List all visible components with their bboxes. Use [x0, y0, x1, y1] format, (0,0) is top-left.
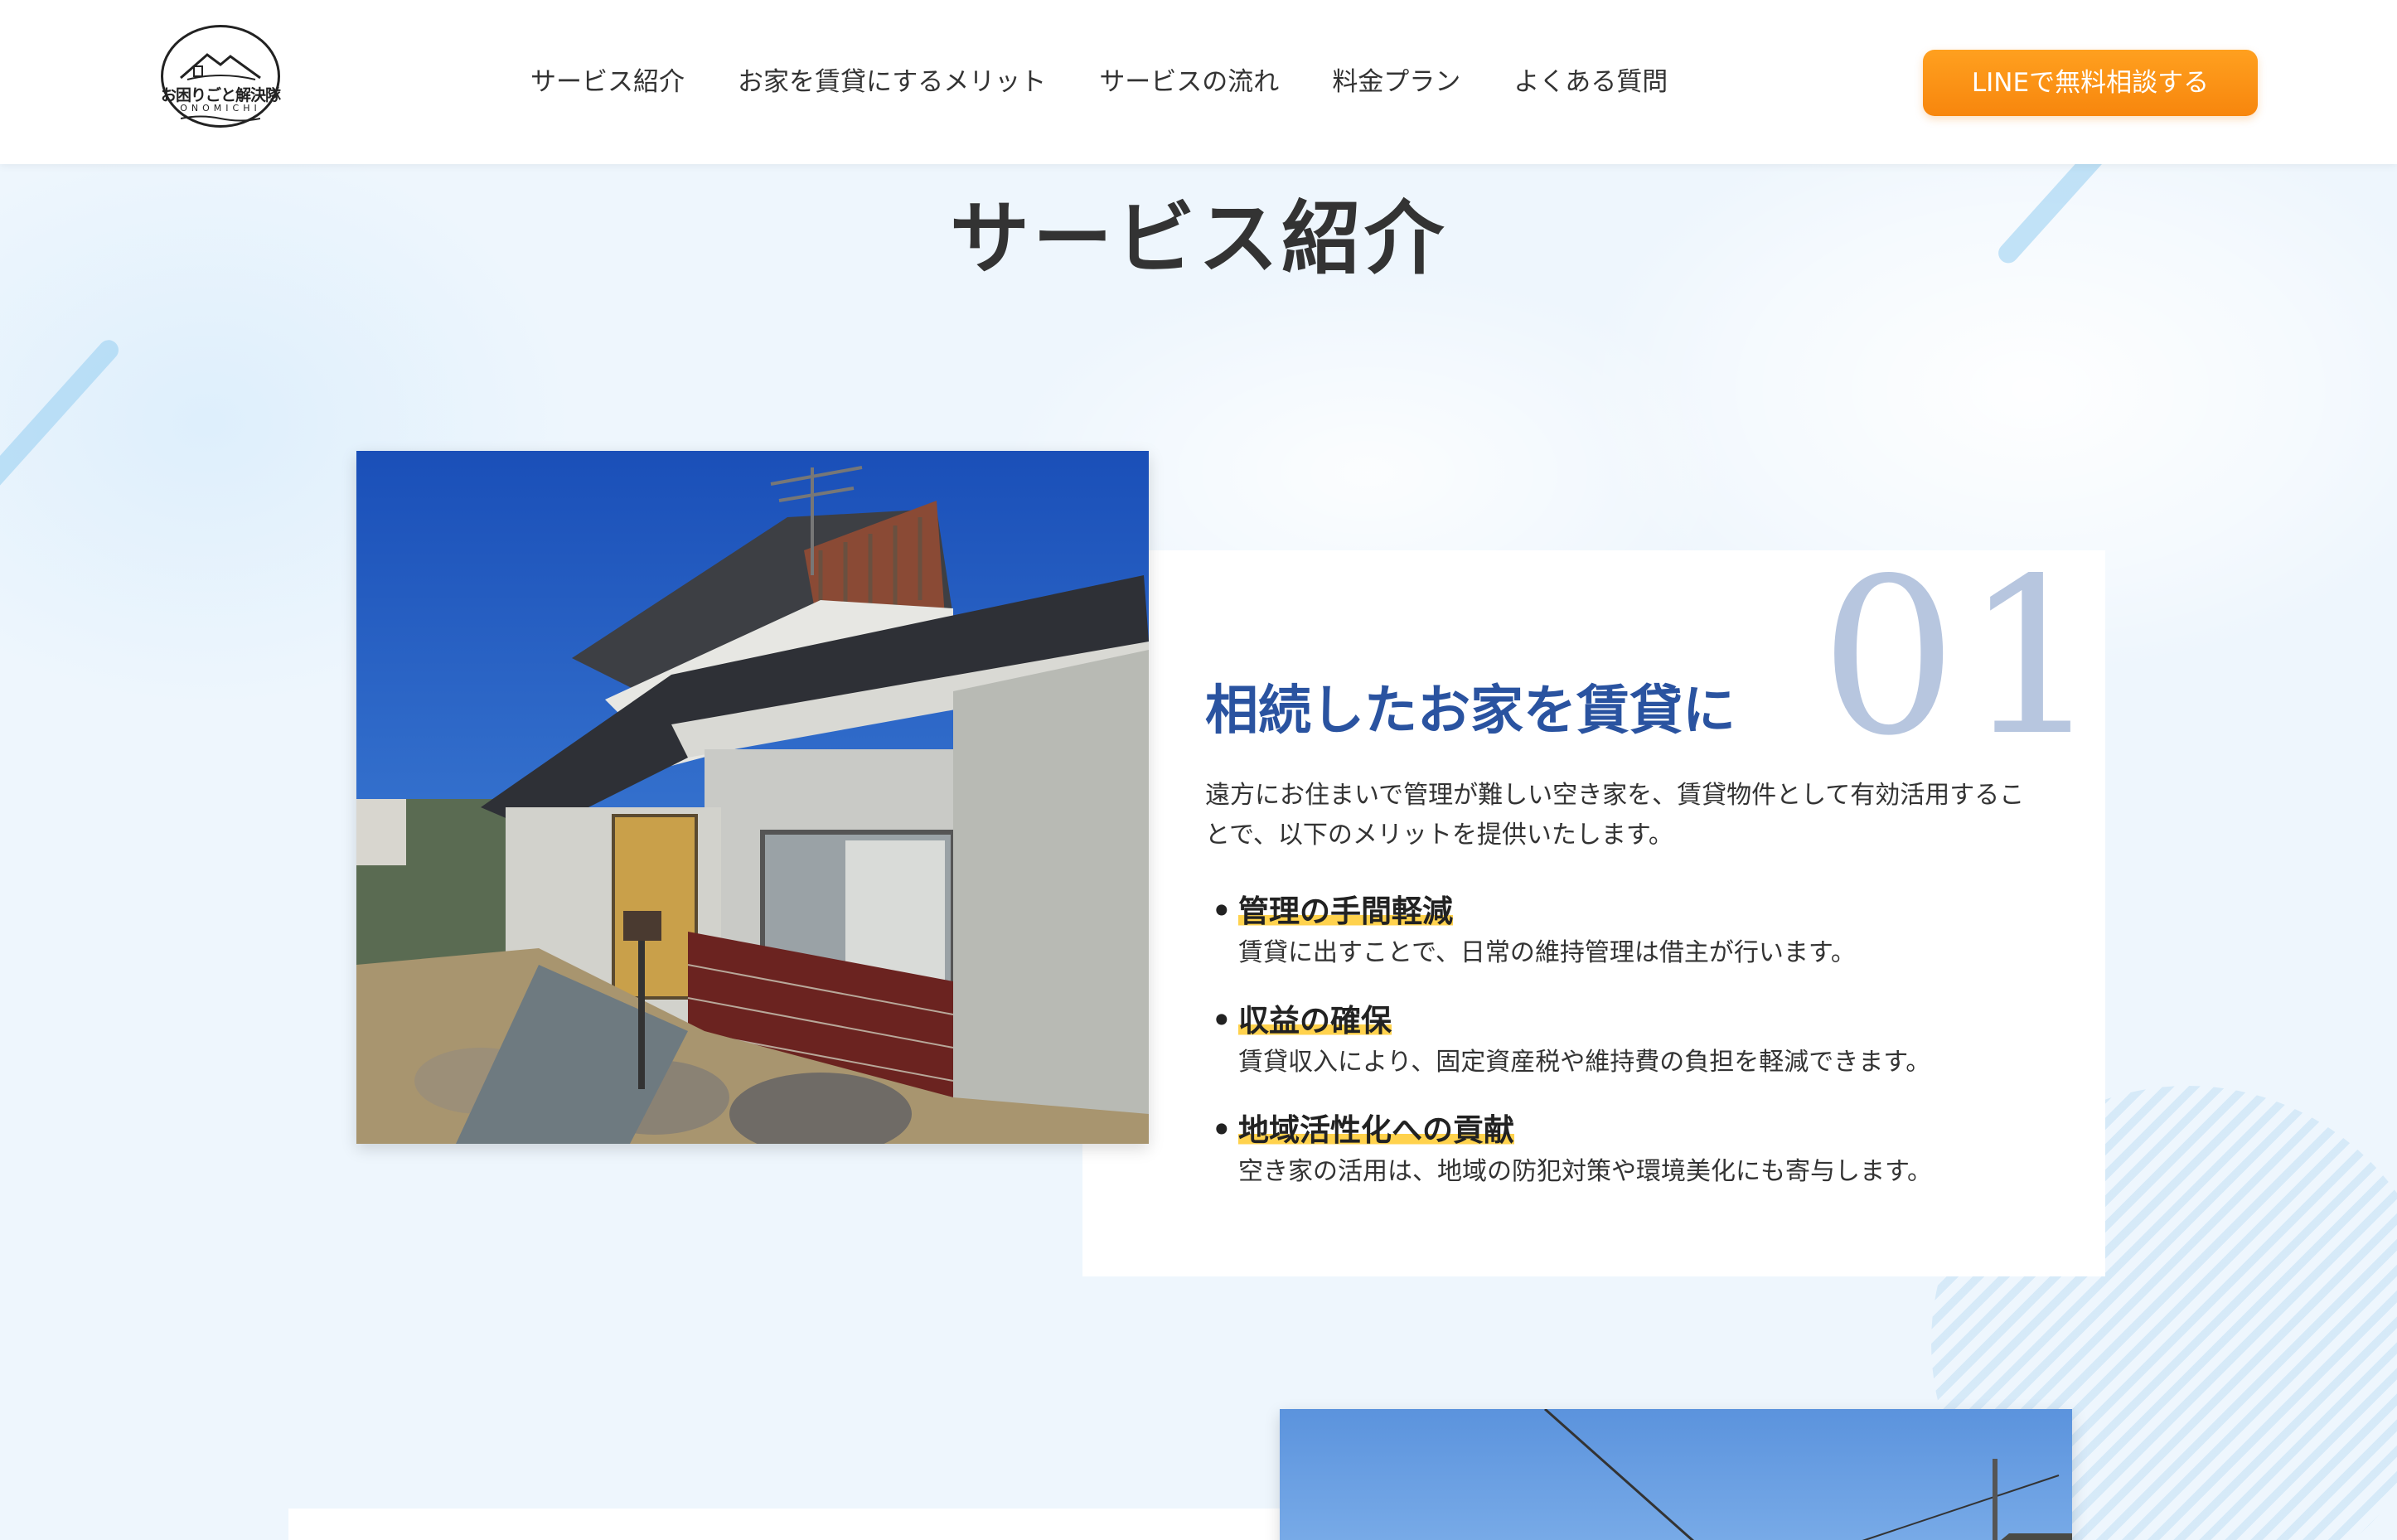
section-title: サービス紹介	[950, 192, 1447, 285]
logo-sub-text: ONOMICHI	[180, 103, 261, 114]
service-description: 遠方にお住まいで管理が難しい空き家を、賃貸物件として有効活用することで、以下のメ…	[1205, 781, 2025, 850]
benefit-text: 空き家の活用は、地域の防犯対策や環境美化にも寄与します。	[1238, 1157, 1932, 1186]
benefit-title-text: 収益の確保	[1238, 1003, 1392, 1039]
service-heading: 相続したお家を賃貸に	[1205, 680, 1736, 742]
benefit-title: 管理の手間軽減	[1208, 889, 1453, 935]
list-item: 収益の確保 賃貸収入により、固定資産税や維持費の負担を軽減できます。	[1208, 998, 2070, 1081]
nav-item-flow[interactable]: サービスの流れ	[1099, 61, 1279, 103]
service-card-02	[288, 1509, 1399, 1540]
site-header: お困りごと解決隊 ONOMICHI サービス紹介 お家を賃貸にするメリット サー…	[0, 0, 2397, 164]
service-photo-02	[1280, 1409, 2072, 1540]
list-item: 管理の手間軽減 賃貸に出すことで、日常の維持管理は借主が行います。	[1208, 889, 2070, 971]
service-photo-house	[356, 451, 1149, 1144]
benefit-text: 賃貸に出すことで、日常の維持管理は借主が行います。	[1238, 938, 1856, 967]
nav-item-service[interactable]: サービス紹介	[530, 61, 685, 103]
house-photo-illustration	[356, 451, 1149, 1144]
benefit-list: 管理の手間軽減 賃貸に出すことで、日常の維持管理は借主が行います。 収益の確保 …	[1208, 889, 2070, 1217]
benefit-title-text: 地域活性化への貢献	[1238, 1112, 1514, 1148]
line-consult-button[interactable]: LINEで無料相談する	[1923, 50, 2258, 116]
photo-02-illustration	[1280, 1409, 2072, 1540]
list-item: 地域活性化への貢献 空き家の活用は、地域の防犯対策や環境美化にも寄与します。	[1208, 1107, 2070, 1190]
logo-wave-icon	[181, 115, 260, 122]
nav-item-faq[interactable]: よくある質問	[1513, 61, 1668, 103]
house-logo-icon	[180, 53, 261, 80]
benefit-title-text: 管理の手間軽減	[1238, 893, 1453, 929]
service-number: 01	[1820, 533, 2108, 783]
nav-item-merit[interactable]: お家を賃貸にするメリット	[738, 61, 1046, 103]
benefit-title: 地域活性化への貢献	[1208, 1107, 1514, 1154]
benefit-title: 収益の確保	[1208, 998, 1392, 1044]
logo-main-text: お困りごと解決隊	[161, 86, 281, 104]
nav-item-pricing[interactable]: 料金プラン	[1332, 61, 1460, 103]
site-logo[interactable]: お困りごと解決隊 ONOMICHI	[161, 25, 281, 128]
benefit-text: 賃貸収入により、固定資産税や維持費の負担を軽減できます。	[1238, 1048, 1931, 1077]
main-nav: サービス紹介 お家を賃貸にするメリット サービスの流れ 料金プラン よくある質問	[530, 61, 1668, 103]
